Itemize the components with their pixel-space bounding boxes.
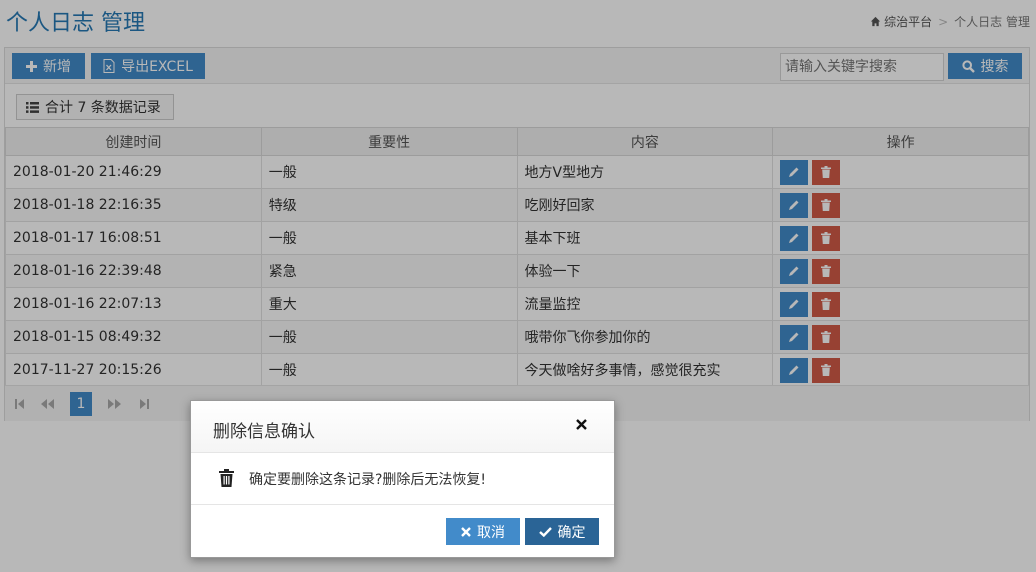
- confirm-button-label: 确定: [557, 524, 586, 541]
- dialog-title: 删除信息确认: [213, 422, 315, 442]
- dialog-body: 确定要删除这条记录?删除后无法恢复!: [191, 454, 614, 504]
- trash-icon: [219, 469, 234, 487]
- close-icon[interactable]: [574, 417, 588, 431]
- cancel-button[interactable]: 取消: [446, 518, 520, 545]
- delete-confirm-dialog: 删除信息确认 确定要删除这条记录?删除后无法恢复! 取消 确定: [190, 400, 615, 558]
- dialog-header: 删除信息确认: [191, 401, 614, 453]
- check-icon: [538, 526, 552, 537]
- times-icon: [461, 526, 471, 537]
- dialog-footer: 取消 确定: [191, 504, 614, 559]
- dialog-message: 确定要删除这条记录?删除后无法恢复!: [249, 472, 487, 488]
- confirm-button[interactable]: 确定: [525, 518, 599, 545]
- cancel-button-label: 取消: [477, 524, 505, 541]
